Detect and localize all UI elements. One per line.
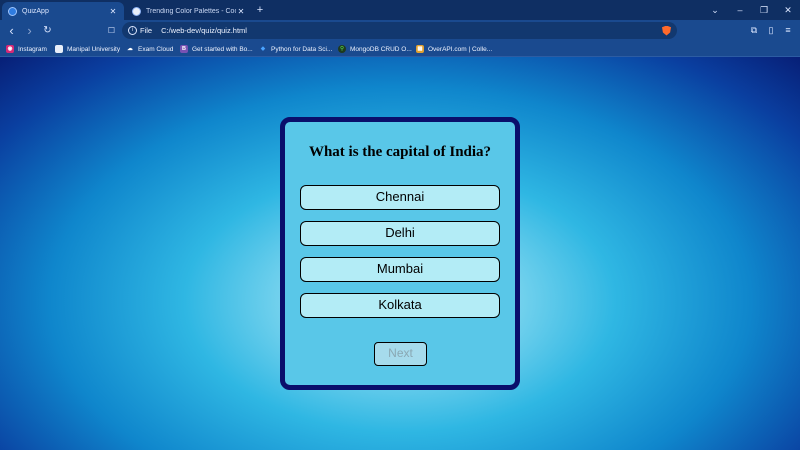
close-tab-icon[interactable]: ✕ xyxy=(236,7,246,16)
sidebar-icon[interactable]: ▯ xyxy=(765,24,777,36)
address-bar[interactable]: i File C:/web-dev/quiz/quiz.html xyxy=(122,22,677,39)
answer-button-chennai[interactable]: Chennai xyxy=(300,185,500,210)
forward-icon[interactable]: › xyxy=(22,23,37,38)
new-tab-button[interactable]: + xyxy=(253,3,267,17)
reload-icon[interactable]: ↻ xyxy=(40,23,55,38)
browser-tab-strip: QuizApp ✕ Trending Color Palettes - Cool… xyxy=(0,0,800,20)
scheme-label: File xyxy=(140,26,153,35)
next-button[interactable]: Next xyxy=(374,342,427,366)
bookmark-python-data-science[interactable]: ◆ Python for Data Sci... xyxy=(259,43,333,55)
back-icon[interactable]: ‹ xyxy=(4,23,19,38)
answer-button-delhi[interactable]: Delhi xyxy=(300,221,500,246)
question-text: What is the capital of India? xyxy=(308,144,492,160)
cloud-icon: ☁ xyxy=(127,46,133,52)
bookmark-label: OverAPI.com | Colle... xyxy=(428,45,493,53)
extensions-icon[interactable]: ⧉ xyxy=(748,24,760,36)
bookmark-label: Instagram xyxy=(18,45,47,53)
bookmark-exam-cloud[interactable]: ☁ Exam Cloud xyxy=(126,43,173,55)
info-icon[interactable]: i xyxy=(128,26,137,35)
tab-title: Trending Color Palettes - Coolors xyxy=(146,7,236,15)
page-viewport: What is the capital of India? Chennai De… xyxy=(0,57,800,450)
close-window-button[interactable]: ✕ xyxy=(776,2,800,18)
close-tab-icon[interactable]: ✕ xyxy=(108,7,118,16)
tab-title: QuizApp xyxy=(22,7,49,15)
brave-shield-icon[interactable] xyxy=(662,25,671,36)
restore-button[interactable]: ❐ xyxy=(752,2,776,18)
browser-toolbar: ‹ › ↻ ☐ i File C:/web-dev/quiz/quiz.html… xyxy=(0,20,800,41)
tab-search-icon[interactable]: ⌄ xyxy=(703,2,727,18)
bookmark-icon[interactable]: ☐ xyxy=(104,23,119,38)
bookmark-overapi[interactable]: ▦ OverAPI.com | Colle... xyxy=(416,43,492,55)
answer-button-mumbai[interactable]: Mumbai xyxy=(300,257,500,282)
python-icon: ◆ xyxy=(260,46,266,52)
instagram-icon: ◉ xyxy=(6,45,14,53)
mongodb-icon: ⚲ xyxy=(338,45,346,53)
document-icon xyxy=(55,45,63,53)
bookmark-instagram[interactable]: ◉ Instagram xyxy=(6,43,47,55)
tab-quizapp[interactable]: QuizApp ✕ xyxy=(2,2,124,20)
bookmark-manipal-university[interactable]: Manipal University xyxy=(55,43,120,55)
overapi-icon: ▦ xyxy=(416,45,424,53)
bookmark-mongodb[interactable]: ⚲ MongoDB CRUD O... xyxy=(338,43,412,55)
bookmark-label: Python for Data Sci... xyxy=(271,45,333,53)
answer-button-kolkata[interactable]: Kolkata xyxy=(300,293,500,318)
bootstrap-icon: B xyxy=(180,45,188,53)
bookmark-bootstrap[interactable]: B Get started with Bo... xyxy=(180,43,253,55)
tab-coolors[interactable]: Trending Color Palettes - Coolors ✕ xyxy=(126,2,252,20)
menu-icon[interactable]: ≡ xyxy=(782,24,794,36)
bookmark-label: Exam Cloud xyxy=(138,45,174,53)
bookmark-label: Manipal University xyxy=(67,45,121,53)
bookmark-label: Get started with Bo... xyxy=(192,45,253,53)
url-text[interactable]: C:/web-dev/quiz/quiz.html xyxy=(161,26,662,35)
globe-icon xyxy=(8,6,17,16)
bookmarks-bar: ◉ Instagram Manipal University ☁ Exam Cl… xyxy=(0,41,800,57)
bookmark-label: MongoDB CRUD O... xyxy=(350,45,412,53)
quiz-card: What is the capital of India? Chennai De… xyxy=(280,117,520,390)
minimize-button[interactable]: – xyxy=(728,2,752,18)
coolors-icon xyxy=(132,6,141,16)
